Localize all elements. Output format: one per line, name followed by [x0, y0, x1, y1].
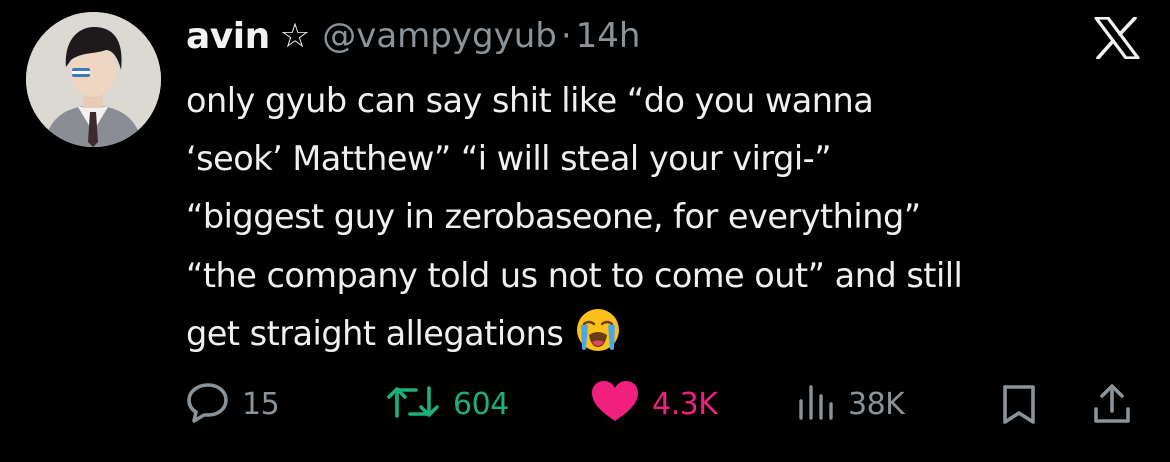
repost-button[interactable]: 604 [385, 380, 509, 428]
like-count: 4.3K [652, 386, 718, 422]
like-button[interactable]: 4.3K [590, 380, 718, 428]
reply-count: 15 [242, 386, 280, 422]
reply-button[interactable]: 15 [186, 380, 280, 428]
share-button[interactable] [1091, 383, 1133, 429]
share-icon [1091, 384, 1133, 429]
tweet-line: “biggest guy in zerobaseone, for everyth… [186, 197, 921, 237]
avatar[interactable] [26, 12, 161, 147]
post-time[interactable]: 14h [576, 16, 641, 56]
avatar-image [26, 12, 161, 147]
heart-filled-icon [590, 380, 640, 428]
header-separator: · [560, 16, 572, 56]
tweet-header: avin ☆ @vampygyub · 14h [186, 6, 640, 66]
action-bar: 15 604 4.3K 38K [0, 380, 1170, 430]
tweet-text: only gyub can say shit like “do you wann… [186, 72, 1161, 363]
analytics-icon [796, 381, 836, 427]
x-logo-icon [1094, 16, 1140, 60]
tweet-line: only gyub can say shit like “do you wann… [186, 81, 874, 120]
bookmark-button[interactable] [1000, 384, 1038, 430]
view-count: 38K [848, 386, 905, 422]
author-handle[interactable]: @vampygyub [322, 16, 557, 56]
views-button[interactable]: 38K [796, 380, 905, 428]
repost-icon [385, 381, 441, 427]
loudly-crying-face-emoji [575, 307, 621, 371]
tweet-line: get straight allegations [186, 313, 564, 353]
author-name[interactable]: avin [186, 16, 270, 57]
tweet-line-last: get straight allegations [186, 305, 1161, 363]
star-outline-icon: ☆ [279, 16, 311, 56]
bookmark-icon [1000, 385, 1038, 430]
reply-icon [186, 381, 230, 427]
repost-count: 604 [453, 386, 509, 422]
tweet-line: “the company told us not to come out” an… [186, 255, 963, 295]
tweet-line: ‘seok’ Matthew” “i will steal your virgi… [186, 139, 832, 179]
